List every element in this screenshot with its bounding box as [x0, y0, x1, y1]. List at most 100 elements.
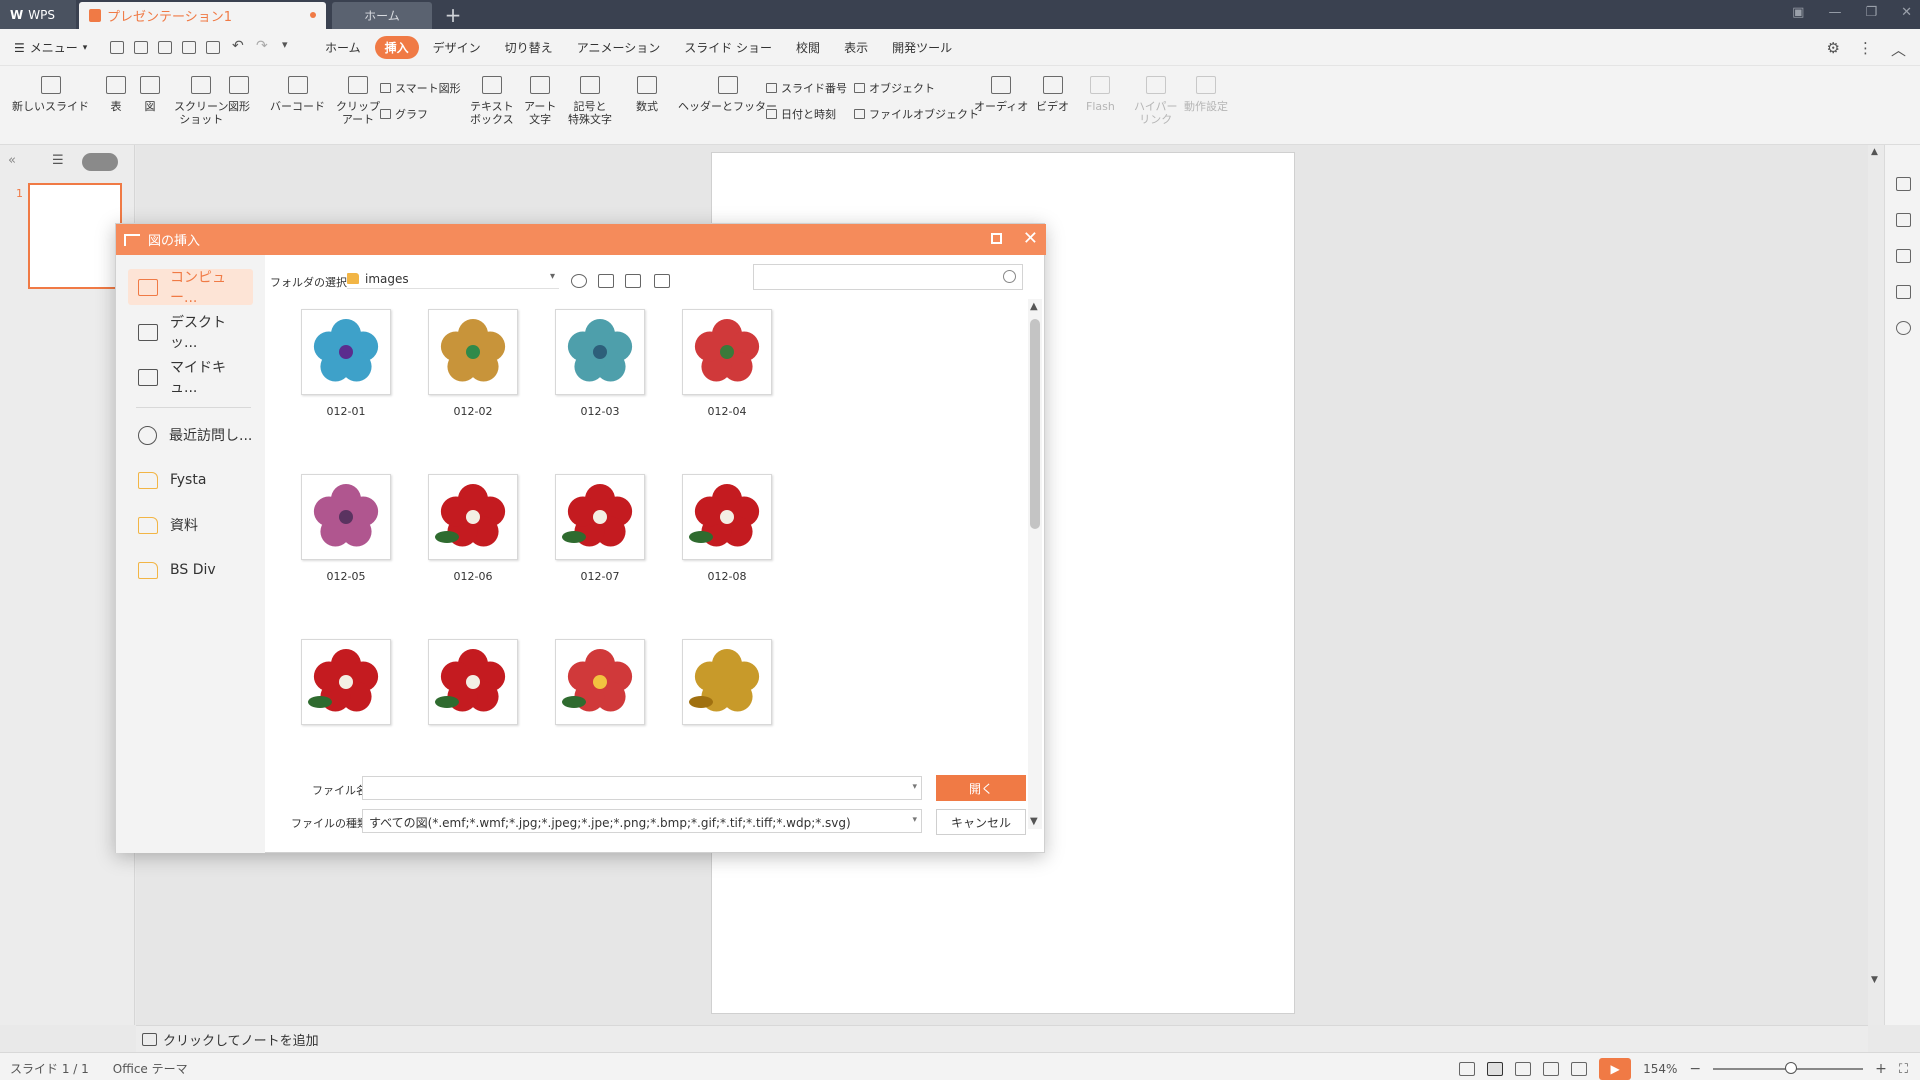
maximize-icon[interactable] [991, 233, 1002, 244]
outline-view-icon[interactable]: ☰ [52, 153, 72, 169]
ribbon-tab[interactable]: 校閲 [786, 36, 830, 59]
home-tab[interactable]: ホーム [332, 2, 432, 29]
wordart-button[interactable]: アート 文字 [524, 76, 556, 126]
main-menu-button[interactable]: ☰ メニュー ▾ [14, 39, 87, 56]
ribbon-tab[interactable]: ホーム [315, 36, 371, 59]
sidebar-item-computer[interactable]: コンピュー... [128, 269, 253, 306]
textbox-button[interactable]: テキスト ボックス [470, 76, 514, 126]
undo-icon[interactable]: ↶ [232, 38, 244, 54]
hyperlink-button[interactable]: ハイパー リンク [1134, 76, 1178, 126]
filename-input[interactable] [363, 777, 893, 799]
file-item[interactable]: 012-02 [423, 309, 523, 418]
file-item[interactable] [677, 639, 777, 725]
filename-field[interactable]: ▾ [362, 776, 922, 800]
zoom-out-icon[interactable]: − [1689, 1061, 1701, 1077]
folder-select[interactable]: images ▾ [347, 269, 559, 289]
object-button[interactable]: オブジェクト [854, 80, 935, 96]
presenter-icon[interactable] [1571, 1062, 1588, 1076]
smart-shape-button[interactable]: スマート図形 [380, 80, 461, 96]
print-icon[interactable] [182, 41, 196, 54]
picture-button[interactable]: 図 [140, 76, 160, 113]
chevron-down-icon[interactable]: ▾ [912, 782, 917, 792]
ribbon-tab[interactable]: 表示 [834, 36, 878, 59]
zoom-level[interactable]: 154% [1643, 1062, 1677, 1076]
sidebar-item-recent[interactable]: 最近訪問し... [128, 417, 253, 453]
notes-toggle-icon[interactable] [1459, 1062, 1476, 1076]
search-icon[interactable] [1003, 270, 1016, 283]
header-footer-button[interactable]: ヘッダーとフッター [678, 76, 777, 113]
equation-button[interactable]: 数式 [636, 76, 658, 113]
shape-button[interactable]: 図形 [228, 76, 250, 113]
collapse-panel-icon[interactable]: « [8, 153, 16, 168]
save-icon[interactable] [134, 41, 148, 54]
new-folder-icon[interactable] [625, 274, 641, 288]
zoom-slider-knob[interactable] [1785, 1062, 1798, 1074]
screenshot-button[interactable]: スクリーン ショット [174, 76, 228, 126]
open-button[interactable]: 開く [936, 775, 1026, 801]
file-item[interactable] [423, 639, 523, 725]
close-icon[interactable]: ✕ [1023, 228, 1038, 249]
barcode-button[interactable]: バーコード [270, 76, 325, 113]
scroll-down-icon[interactable]: ▼ [1871, 975, 1878, 985]
chart-button[interactable]: グラフ [380, 106, 428, 122]
slides-view-toggle[interactable] [82, 153, 118, 171]
filetype-select[interactable]: すべての図(*.emf;*.wmf;*.jpg;*.jpeg;*.jpe;*.p… [362, 809, 922, 833]
file-item[interactable]: 012-05 [296, 474, 396, 583]
file-item[interactable] [296, 639, 396, 725]
slide-sorter-icon[interactable] [1515, 1062, 1532, 1076]
image-pane-icon[interactable] [1896, 249, 1911, 263]
document-tab[interactable]: プレゼンテーション1 [79, 2, 326, 29]
sidebar-item-materials[interactable]: 資料 [128, 507, 253, 543]
file-item[interactable]: 012-04 [677, 309, 777, 418]
file-item[interactable]: 012-01 [296, 309, 396, 418]
video-button[interactable]: ビデオ [1036, 76, 1069, 113]
new-tab-button[interactable]: + [441, 3, 465, 27]
comment-pane-icon[interactable] [1896, 177, 1911, 191]
redo-icon[interactable]: ↷ [256, 38, 268, 54]
window-mode-icon[interactable]: ▣ [1792, 5, 1804, 20]
history-icon[interactable] [1896, 321, 1911, 335]
file-item[interactable]: 012-03 [550, 309, 650, 418]
restore-icon[interactable]: ❐ [1865, 5, 1877, 20]
up-folder-icon[interactable] [598, 274, 614, 288]
sidebar-item-bs-div[interactable]: BS Div [128, 552, 253, 588]
zoom-slider[interactable] [1713, 1062, 1864, 1074]
play-slideshow-button[interactable]: ▶ [1599, 1058, 1632, 1080]
wps-home-tab[interactable]: W WPS [0, 0, 76, 29]
symbols-button[interactable]: 記号と 特殊文字 [568, 76, 612, 126]
table-button[interactable]: 表 [106, 76, 126, 113]
audio-button[interactable]: オーディオ [974, 76, 1028, 113]
file-object-button[interactable]: ファイルオブジェクト [854, 106, 979, 122]
collapse-ribbon-icon[interactable]: ︿ [1891, 39, 1906, 60]
slide-thumbnail[interactable] [28, 183, 122, 289]
back-icon[interactable] [571, 274, 587, 288]
star-pane-icon[interactable] [1896, 213, 1911, 227]
search-box[interactable] [753, 264, 1023, 290]
file-item[interactable]: 012-06 [423, 474, 523, 583]
ribbon-tab[interactable]: スライド ショー [674, 36, 782, 59]
new-slide-button[interactable]: 新しいスライド [12, 76, 89, 113]
properties-pane-icon[interactable] [1896, 285, 1911, 299]
ribbon-tab[interactable]: デザイン [423, 36, 491, 59]
clipart-button[interactable]: クリップ アート [336, 76, 380, 126]
flash-button[interactable]: Flash [1086, 76, 1115, 113]
minimize-icon[interactable]: — [1828, 5, 1841, 20]
sidebar-item-fysta[interactable]: Fysta [128, 462, 253, 498]
search-input[interactable] [754, 265, 984, 289]
notes-bar[interactable]: クリックしてノートを追加 [136, 1025, 1868, 1052]
scroll-down-icon[interactable]: ▼ [1030, 816, 1038, 827]
slide-number-button[interactable]: スライド番号 [766, 80, 847, 96]
scroll-thumb[interactable] [1030, 319, 1040, 529]
cancel-button[interactable]: キャンセル [936, 809, 1026, 835]
file-item[interactable] [550, 639, 650, 725]
date-time-button[interactable]: 日付と時刻 [766, 106, 836, 122]
reading-view-icon[interactable] [1543, 1062, 1560, 1076]
open-icon[interactable] [110, 41, 124, 54]
save-as-icon[interactable] [158, 41, 172, 54]
file-item[interactable]: 012-07 [550, 474, 650, 583]
view-mode-icon[interactable] [654, 274, 670, 288]
canvas-scrollbar[interactable]: ▲ ▼ [1868, 145, 1884, 1025]
close-window-icon[interactable]: ✕ [1901, 5, 1912, 20]
fit-window-icon[interactable]: ⛶ [1899, 1062, 1908, 1077]
ribbon-tab[interactable]: アニメーション [567, 36, 671, 59]
